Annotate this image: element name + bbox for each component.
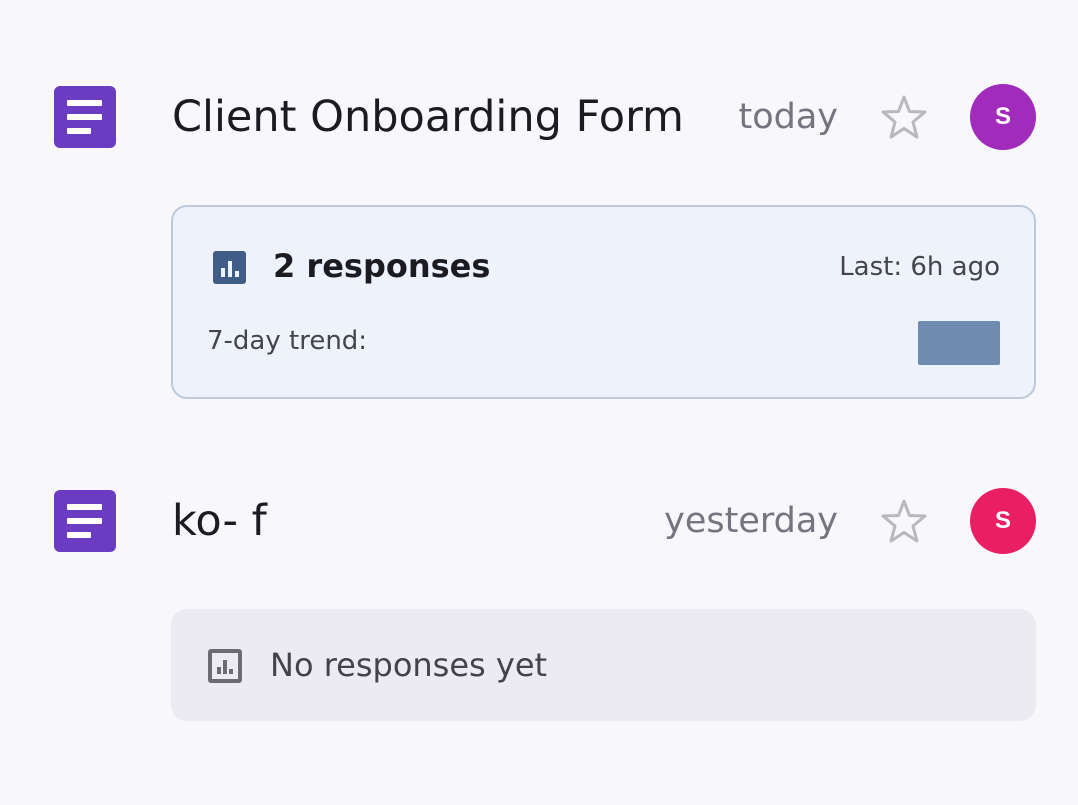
responses-summary-card[interactable]: 2 responses Last: 6h ago 7-day trend: [171,205,1036,399]
response-count: 2 responses [273,247,491,285]
no-responses-card: No responses yet [171,609,1036,721]
form-date: today [738,97,838,137]
form-date: yesterday [664,501,838,541]
avatar[interactable]: S [970,84,1036,150]
bar-chart-icon [213,251,246,284]
form-list-item[interactable]: ko- f yesterday S [0,461,1078,581]
avatar[interactable]: S [970,488,1036,554]
no-responses-label: No responses yet [270,646,548,684]
form-icon [54,490,116,552]
bar-chart-outline-icon [208,649,242,683]
star-icon[interactable] [878,496,930,548]
form-list-item[interactable]: Client Onboarding Form today S [0,57,1078,177]
last-response-time: Last: 6h ago [839,252,1000,282]
form-title[interactable]: ko- f [172,491,592,551]
form-title[interactable]: Client Onboarding Form [172,87,712,147]
trend-sparkline [918,321,1000,365]
form-icon [54,86,116,148]
trend-label: 7-day trend: [207,326,368,356]
star-icon[interactable] [878,92,930,144]
